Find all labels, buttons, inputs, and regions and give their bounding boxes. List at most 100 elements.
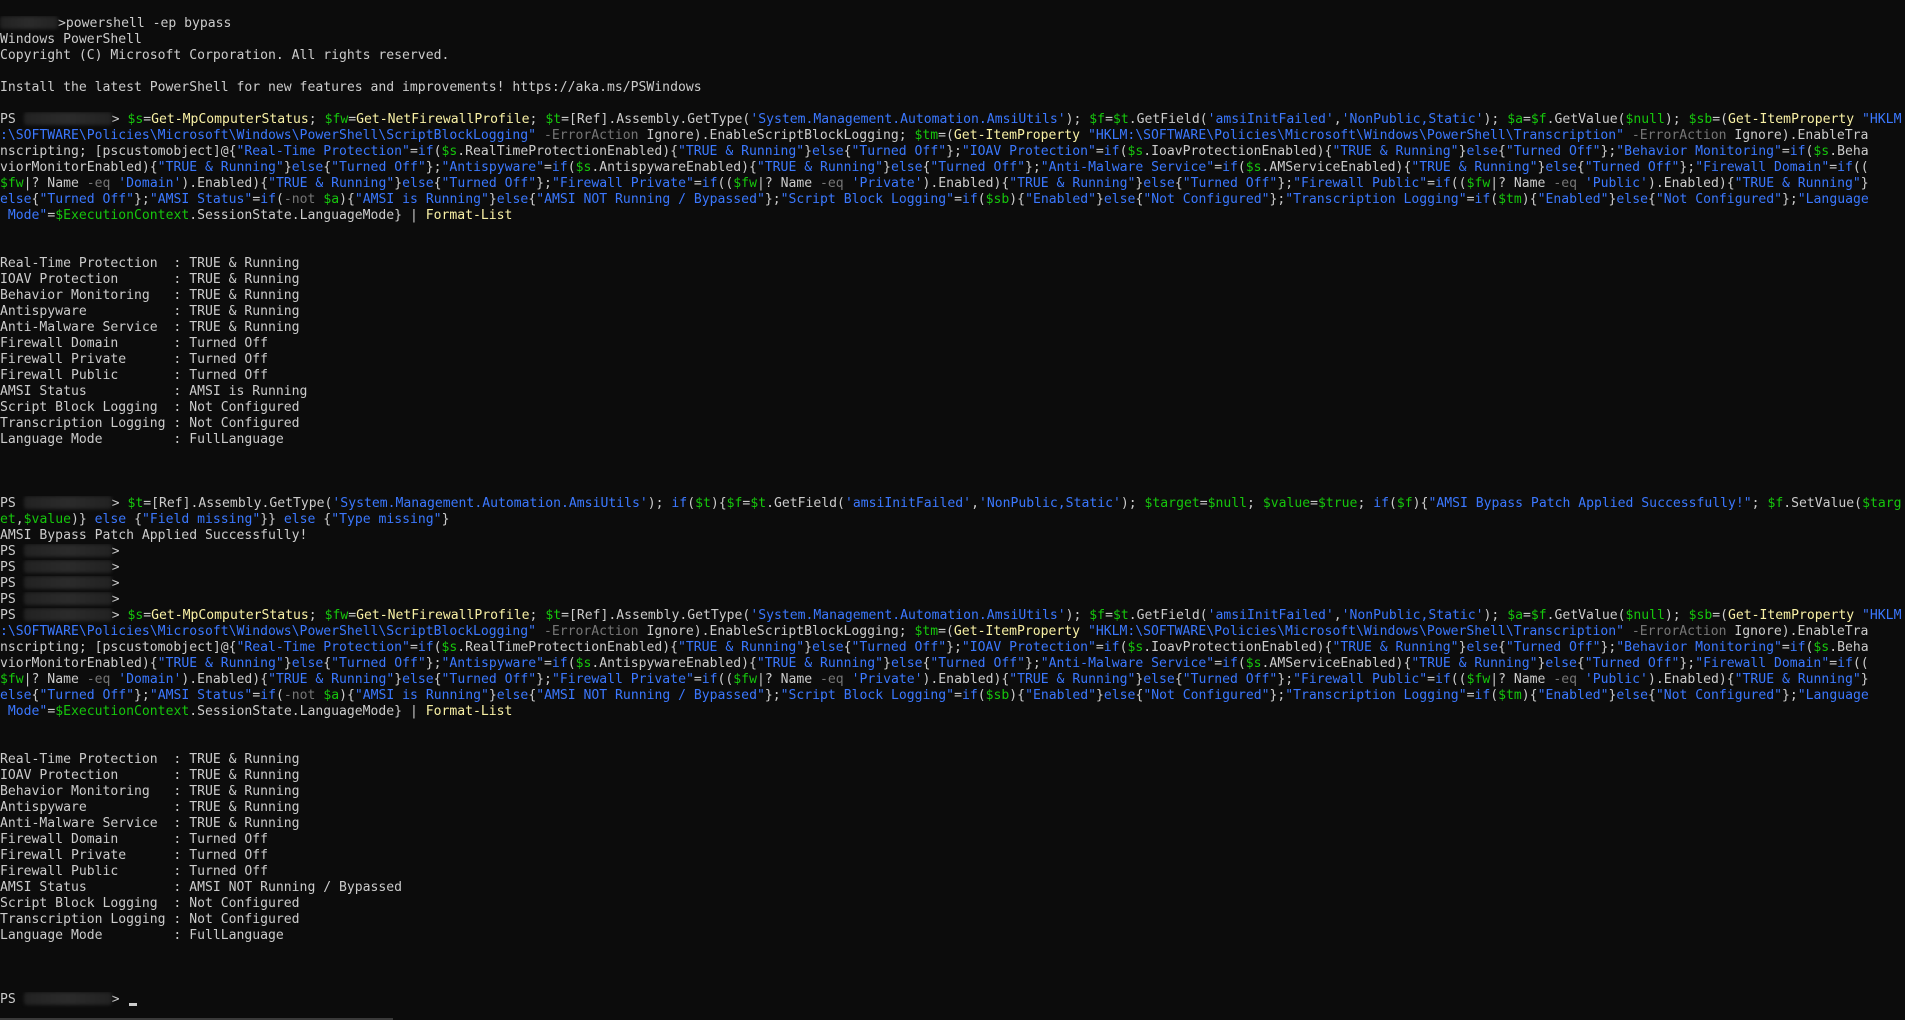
terminal-text: Real-Time Protection : TRUE & Running — [0, 752, 300, 767]
terminal-line: Antispyware : TRUE & Running — [0, 304, 1905, 320]
terminal-text: "Anti-Malware Service" — [1040, 160, 1215, 175]
terminal-text: AMSI Status : AMSI is Running — [0, 384, 308, 399]
terminal-text: Anti-Malware Service : TRUE & Running — [0, 320, 300, 335]
terminal-line: PS > $t=[Ref].Assembly.GetType('System.M… — [0, 496, 1905, 512]
terminal-text: } — [283, 160, 292, 175]
terminal-text: $fw — [324, 112, 349, 127]
terminal-text: ( — [687, 496, 696, 511]
terminal-line: :\SOFTWARE\Policies\Microsoft\Windows\Po… — [0, 128, 1905, 144]
terminal-text: "AMSI Status" — [149, 192, 253, 207]
terminal-text: AMSI Status : AMSI NOT Running / Bypasse… — [0, 880, 403, 895]
terminal-text: ).Enabled){ — [1647, 176, 1735, 191]
terminal-text: .Beha — [1829, 640, 1869, 655]
terminal-text: Firewall Private : Turned Off — [0, 848, 269, 863]
terminal-text: .RealTimeProtectionEnabled){ — [457, 640, 679, 655]
terminal-line: viorMonitorEnabled){"TRUE & Running"}els… — [0, 656, 1905, 672]
terminal-text: "Enabled" — [1537, 688, 1609, 703]
terminal-text: -ErrorAction — [1631, 128, 1727, 143]
terminal-text: "TRUE & Running" — [1734, 176, 1861, 191]
terminal-text: "Turned Off" — [331, 656, 426, 671]
terminal-text: "Script Block Logging" — [780, 192, 955, 207]
terminal-text: = — [954, 688, 962, 703]
terminal-text: ).Enabled){ — [922, 176, 1010, 191]
terminal-text: -not — [283, 192, 316, 207]
terminal-text: $s — [575, 656, 592, 671]
terminal-text: "Turned Off" — [1182, 672, 1278, 687]
terminal-text: = — [1105, 112, 1113, 127]
terminal-text: "Language — [1797, 192, 1869, 207]
terminal-text: > — [111, 592, 120, 607]
terminal-text: ( — [275, 192, 284, 207]
terminal-text: else — [1616, 688, 1648, 703]
terminal-text: else — [0, 688, 32, 703]
terminal-line: AMSI Bypass Patch Applied Successfully! — [0, 528, 1905, 544]
terminal-text: $f — [1767, 496, 1784, 511]
terminal-text: ){ — [1009, 688, 1026, 703]
terminal-text: .GetField( — [1128, 608, 1208, 623]
terminal-text: ); — [1664, 608, 1689, 623]
terminal-text: "Anti-Malware Service" — [1040, 656, 1215, 671]
terminal-text: } — [883, 656, 891, 671]
terminal-text: ( — [275, 688, 284, 703]
terminal-line: PS > $s=Get-MpComputerStatus; $fw=Get-Ne… — [0, 608, 1905, 624]
terminal-text: $s — [127, 112, 144, 127]
terminal-text: > — [111, 608, 128, 623]
terminal-text: 'Public' — [1584, 176, 1648, 191]
terminal-text: Transcription Logging : Not Configured — [0, 416, 300, 431]
terminal-text: "Turned Off" — [331, 160, 426, 175]
terminal-line: Script Block Logging : Not Configured — [0, 400, 1905, 416]
terminal-text: }; — [1679, 160, 1696, 175]
terminal-text: "Real-Time Protection" — [236, 144, 410, 159]
terminal-line: $fw|? Name -eq 'Domain').Enabled){"TRUE … — [0, 176, 1905, 192]
terminal-line: Antispyware : TRUE & Running — [0, 800, 1905, 816]
terminal-text: else — [1103, 688, 1136, 703]
terminal-text: |? Name — [1490, 176, 1554, 191]
terminal-text: IOAV Protection : TRUE & Running — [0, 768, 300, 783]
terminal-text: .GetValue( — [1546, 608, 1626, 623]
terminal-text: $tm — [914, 624, 939, 639]
terminal-text: > — [111, 112, 128, 127]
terminal-text: ; — [529, 112, 546, 127]
terminal-text: if — [671, 496, 688, 511]
terminal-text: "Behavior Monitoring" — [1616, 640, 1782, 655]
terminal-text: "TRUE & Running" — [1411, 160, 1538, 175]
terminal-text: if — [1837, 656, 1853, 671]
terminal-output[interactable]: >powershell -ep bypass Windows PowerShell… — [0, 16, 1905, 1020]
terminal-text: 'amsiInitFailed' — [844, 496, 972, 511]
terminal-text: "Not Configured" — [1655, 688, 1782, 703]
redacted-path — [23, 496, 112, 509]
terminal-text: Firewall Public : Turned Off — [0, 368, 269, 383]
terminal-text: Anti-Malware Service : TRUE & Running — [0, 816, 300, 831]
terminal-text: = — [1522, 608, 1531, 623]
terminal-text: -eq — [1553, 672, 1577, 687]
terminal-line: Copyright (C) Microsoft Corporation. All… — [0, 48, 1905, 64]
terminal-text: $f — [1530, 608, 1547, 623]
terminal-text: "Behavior Monitoring" — [1616, 144, 1782, 159]
terminal-text: else — [402, 176, 434, 191]
terminal-text: $sb — [1688, 608, 1713, 623]
terminal-line: PS > $s=Get-MpComputerStatus; $fw=Get-Ne… — [0, 112, 1905, 128]
terminal-text: "Enabled" — [1025, 688, 1097, 703]
terminal-text: "AMSI Bypass Patch Applied Successfully!… — [1428, 496, 1752, 511]
terminal-text: = — [544, 656, 552, 671]
terminal-text: |? Name — [756, 176, 821, 191]
terminal-text: Get-ItemProperty — [1728, 608, 1855, 623]
terminal-text: "Turned Off" — [930, 160, 1025, 175]
terminal-text: $tm — [1498, 192, 1522, 207]
terminal-text: IOAV Protection : TRUE & Running — [0, 272, 300, 287]
terminal-text: > — [111, 992, 128, 1007]
terminal-text: if — [1222, 656, 1238, 671]
terminal-text: 'NonPublic,Static' — [978, 496, 1121, 511]
terminal-text: , — [971, 496, 979, 511]
terminal-text: ); — [1483, 112, 1508, 127]
terminal-text: $a — [1507, 112, 1523, 127]
terminal-text: }; — [946, 144, 962, 159]
terminal-text: $t — [695, 496, 711, 511]
terminal-text: else — [402, 672, 434, 687]
terminal-text: = — [143, 112, 152, 127]
terminal-text: "Script Block Logging" — [780, 688, 955, 703]
terminal-text: -eq — [820, 176, 844, 191]
terminal-text: $value — [1262, 496, 1311, 511]
